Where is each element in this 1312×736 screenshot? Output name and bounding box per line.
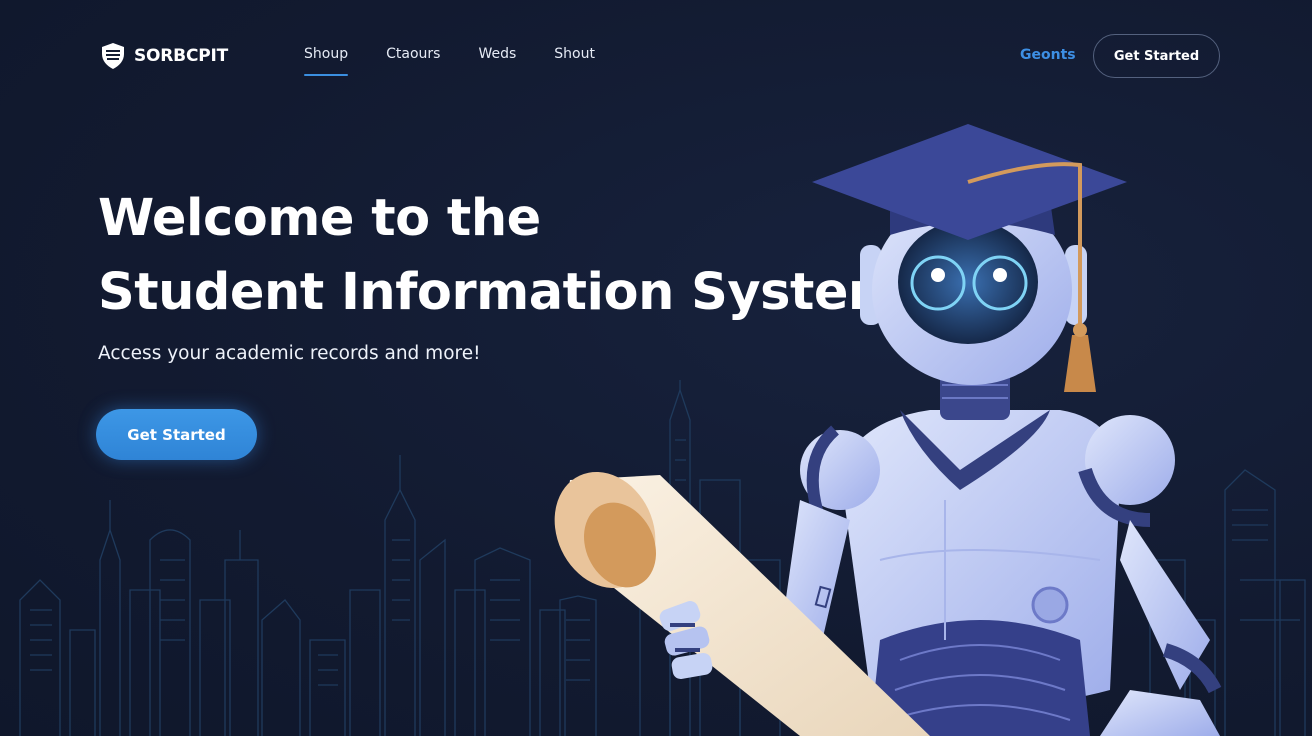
brand-name: SORBCPIT — [134, 46, 229, 66]
hero-get-started-button[interactable]: Get Started — [96, 409, 257, 460]
robot-graduate-illustration — [554, 124, 1222, 736]
brand-logo[interactable]: SORBCPIT — [100, 42, 228, 70]
nav-item-shout[interactable]: Shout — [554, 46, 595, 76]
nav-link-geonts[interactable]: Geonts — [1020, 47, 1076, 63]
landing-page: SORBCPIT Shoup Ctaours Weds Shout Geonts… — [0, 0, 1312, 736]
shield-logo-icon — [102, 43, 124, 69]
nav-item-weds[interactable]: Weds — [478, 46, 516, 76]
header-get-started-button[interactable]: Get Started — [1093, 34, 1220, 78]
main-nav: Shoup Ctaours Weds Shout — [304, 46, 633, 76]
top-navigation-bar: SORBCPIT Shoup Ctaours Weds Shout Geonts… — [0, 0, 1312, 112]
hero-subtitle: Access your academic records and more! — [98, 343, 481, 364]
nav-item-shoup[interactable]: Shoup — [304, 46, 349, 76]
nav-item-ctaours[interactable]: Ctaours — [386, 46, 440, 76]
